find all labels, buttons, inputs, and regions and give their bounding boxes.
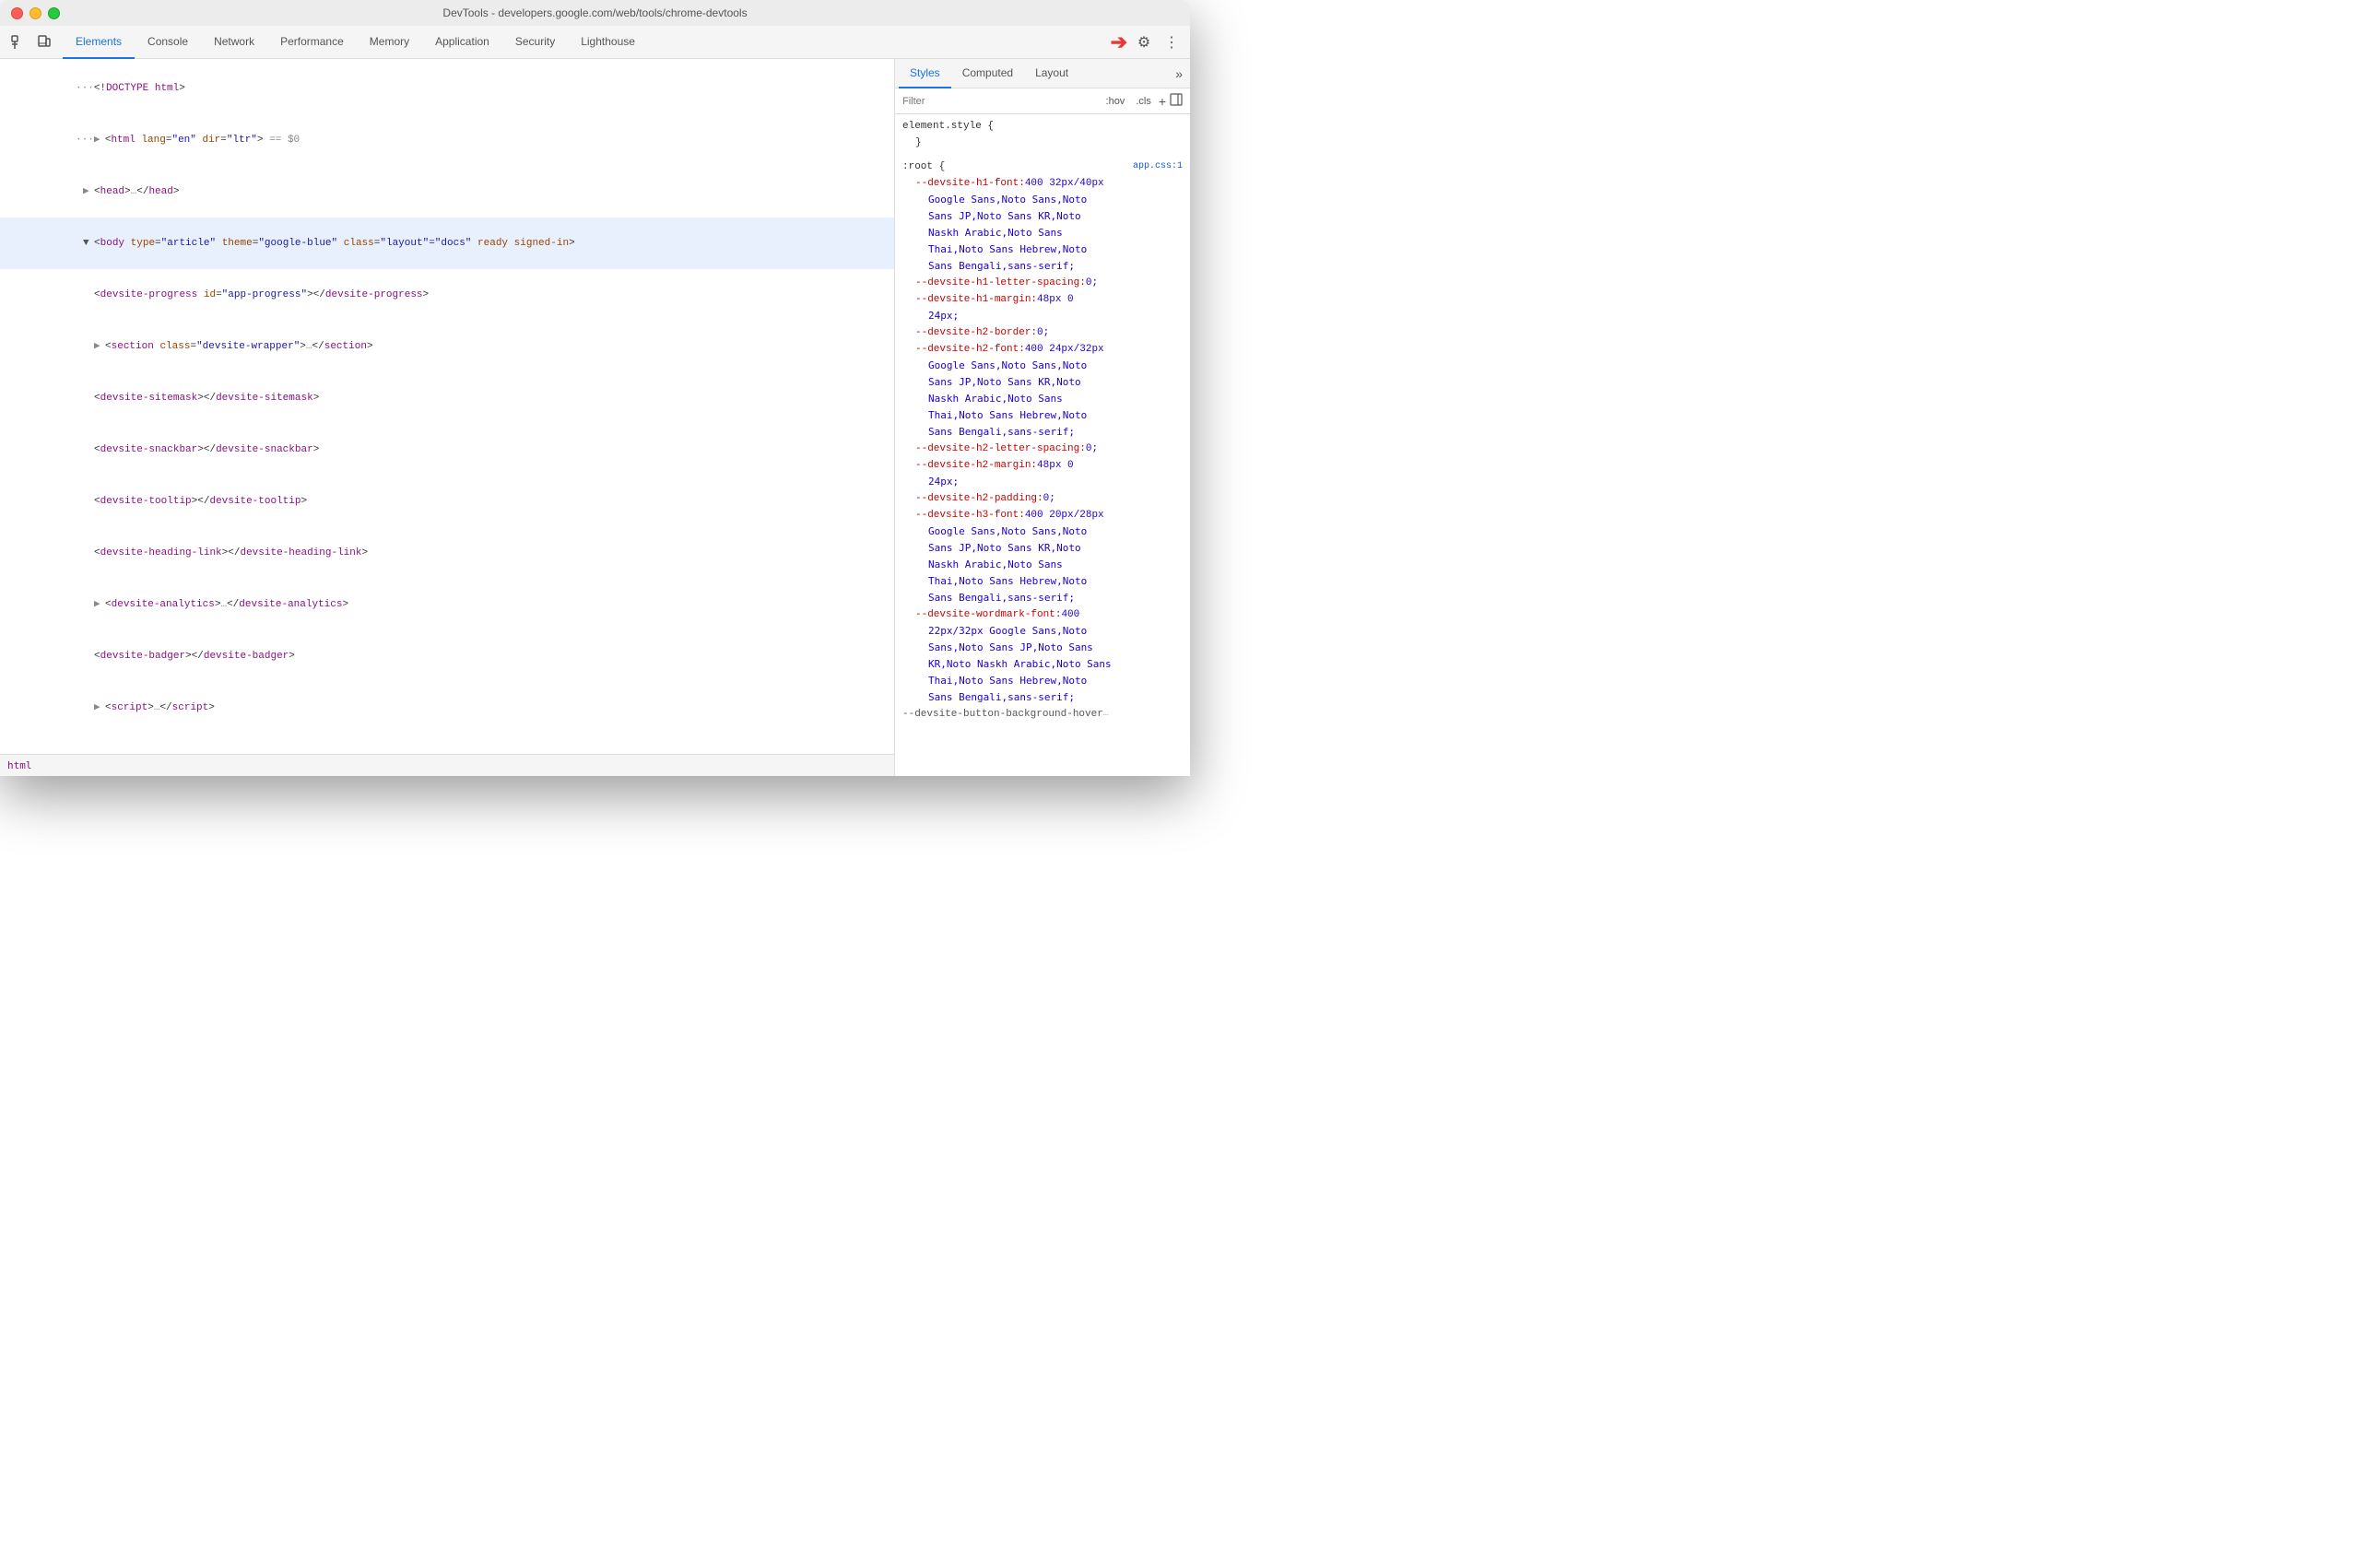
titlebar: DevTools - developers.google.com/web/too… bbox=[0, 0, 1190, 26]
tabbar-icons bbox=[7, 31, 55, 53]
traffic-lights bbox=[11, 7, 60, 19]
tab-application[interactable]: Application bbox=[422, 26, 502, 59]
style-prop-h2-letter-spacing: --devsite-h2-letter-spacing: 0; bbox=[902, 441, 1183, 457]
tabbar-right-controls: ➔ ⚙ ⋮ bbox=[1111, 30, 1183, 54]
style-val-h2-margin: 24px; bbox=[902, 474, 1183, 490]
dom-tree[interactable]: ···<!DOCTYPE html> ···▶<html lang="en" d… bbox=[0, 59, 894, 754]
styles-panel-tabs: Styles Computed Layout » bbox=[895, 59, 1190, 88]
minimize-button[interactable] bbox=[29, 7, 41, 19]
class-filter[interactable]: .cls bbox=[1132, 95, 1155, 108]
style-prop-h2-padding: --devsite-h2-padding: 0; bbox=[902, 490, 1183, 507]
tab-security[interactable]: Security bbox=[502, 26, 568, 59]
tab-styles[interactable]: Styles bbox=[899, 59, 951, 88]
main-content: ···<!DOCTYPE html> ···▶<html lang="en" d… bbox=[0, 59, 1190, 776]
style-prop-h1-font: --devsite-h1-font: 400 32px/40px bbox=[902, 175, 1183, 192]
style-val-wordmark-font: 22px/32px Google Sans,NotoSans,Noto Sans… bbox=[902, 623, 1183, 706]
element-style-close: } bbox=[902, 135, 1183, 151]
style-rule-close: --devsite-button-background-hover… bbox=[902, 706, 1183, 723]
styles-panel: Styles Computed Layout » :hov .cls + bbox=[895, 59, 1190, 776]
dom-line: <devsite-progress id="app-progress"></de… bbox=[0, 269, 894, 321]
dom-line: ▶<head>…</head> bbox=[0, 166, 894, 218]
maximize-button[interactable] bbox=[48, 7, 60, 19]
tab-memory[interactable]: Memory bbox=[357, 26, 422, 59]
root-selector-line: :root { app.css:1 bbox=[902, 159, 1183, 175]
tab-computed[interactable]: Computed bbox=[951, 59, 1024, 88]
dom-line: <devsite-badger></devsite-badger> bbox=[0, 630, 894, 682]
pseudo-class-filter[interactable]: :hov bbox=[1102, 95, 1129, 108]
breadcrumb-html[interactable]: html bbox=[7, 759, 32, 771]
style-val-h2-font: Google Sans,Noto Sans,NotoSans JP,Noto S… bbox=[902, 358, 1183, 441]
device-toolbar-icon[interactable] bbox=[33, 31, 55, 53]
root-style-rule: :root { app.css:1 --devsite-h1-font: 400… bbox=[902, 159, 1183, 723]
dom-line: <div class="devsite-debug-info" configur… bbox=[0, 734, 894, 754]
style-prop-h1-margin: --devsite-h1-margin: 48px 0 bbox=[902, 291, 1183, 308]
filter-input[interactable] bbox=[902, 96, 1099, 107]
add-style-rule-icon[interactable]: + bbox=[1159, 94, 1166, 109]
tab-network[interactable]: Network bbox=[201, 26, 267, 59]
style-prop-wordmark-font: --devsite-wordmark-font: 400 bbox=[902, 606, 1183, 623]
tab-console[interactable]: Console bbox=[135, 26, 201, 59]
style-prop-h3-font: --devsite-h3-font: 400 20px/28px bbox=[902, 507, 1183, 523]
more-options-icon[interactable]: ⋮ bbox=[1161, 31, 1183, 53]
window-title: DevTools - developers.google.com/web/too… bbox=[442, 6, 747, 19]
style-val-h3-font: Google Sans,Noto Sans,NotoSans JP,Noto S… bbox=[902, 523, 1183, 606]
dom-line: ▶<devsite-analytics>…</devsite-analytics… bbox=[0, 579, 894, 630]
settings-icon[interactable]: ⚙ bbox=[1133, 31, 1155, 53]
tab-layout[interactable]: Layout bbox=[1024, 59, 1079, 88]
dom-line: <devsite-heading-link></devsite-heading-… bbox=[0, 527, 894, 579]
toggle-sidebar-icon[interactable] bbox=[1170, 93, 1183, 109]
dom-line: ▼<body type="article" theme="google-blue… bbox=[0, 218, 894, 269]
style-val-h1-margin: 24px; bbox=[902, 308, 1183, 324]
close-button[interactable] bbox=[11, 7, 23, 19]
tab-lighthouse[interactable]: Lighthouse bbox=[568, 26, 648, 59]
element-style-selector: element.style { bbox=[902, 118, 1183, 135]
dom-line: <devsite-tooltip></devsite-tooltip> bbox=[0, 476, 894, 527]
breadcrumb-bar: html bbox=[0, 754, 894, 776]
style-prop-h2-font: --devsite-h2-font: 400 24px/32px bbox=[902, 341, 1183, 358]
styles-more-icon[interactable]: » bbox=[1172, 66, 1186, 81]
dom-line: ···▶<html lang="en" dir="ltr"> == $0 bbox=[0, 114, 894, 166]
elements-panel: ···<!DOCTYPE html> ···▶<html lang="en" d… bbox=[0, 59, 895, 776]
styles-content[interactable]: element.style { } :root { app.css:1 --de… bbox=[895, 114, 1190, 776]
style-prop-h2-border: --devsite-h2-border: 0; bbox=[902, 324, 1183, 341]
devtools-container: Elements Console Network Performance Mem… bbox=[0, 26, 1190, 776]
dom-line: ▶<section class="devsite-wrapper">…</sec… bbox=[0, 321, 894, 372]
dom-line: <devsite-snackbar></devsite-snackbar> bbox=[0, 424, 894, 476]
dom-line: ···<!DOCTYPE html> bbox=[0, 63, 894, 114]
inspect-element-icon[interactable] bbox=[7, 31, 29, 53]
dom-line: <devsite-sitemask></devsite-sitemask> bbox=[0, 372, 894, 424]
filter-bar: :hov .cls + bbox=[895, 88, 1190, 114]
element-style-rule: element.style { } bbox=[902, 118, 1183, 151]
style-val-h1-font: Google Sans,Noto Sans,NotoSans JP,Noto S… bbox=[902, 192, 1183, 275]
arrow-icon: ➔ bbox=[1111, 30, 1127, 54]
style-prop-h1-letter-spacing: --devsite-h1-letter-spacing: 0; bbox=[902, 275, 1183, 291]
tab-elements[interactable]: Elements bbox=[63, 26, 135, 59]
dom-line: ▶<script>…</script> bbox=[0, 682, 894, 734]
tab-bar: Elements Console Network Performance Mem… bbox=[0, 26, 1190, 59]
tab-performance[interactable]: Performance bbox=[267, 26, 357, 59]
style-prop-h2-margin: --devsite-h2-margin: 48px 0 bbox=[902, 457, 1183, 474]
